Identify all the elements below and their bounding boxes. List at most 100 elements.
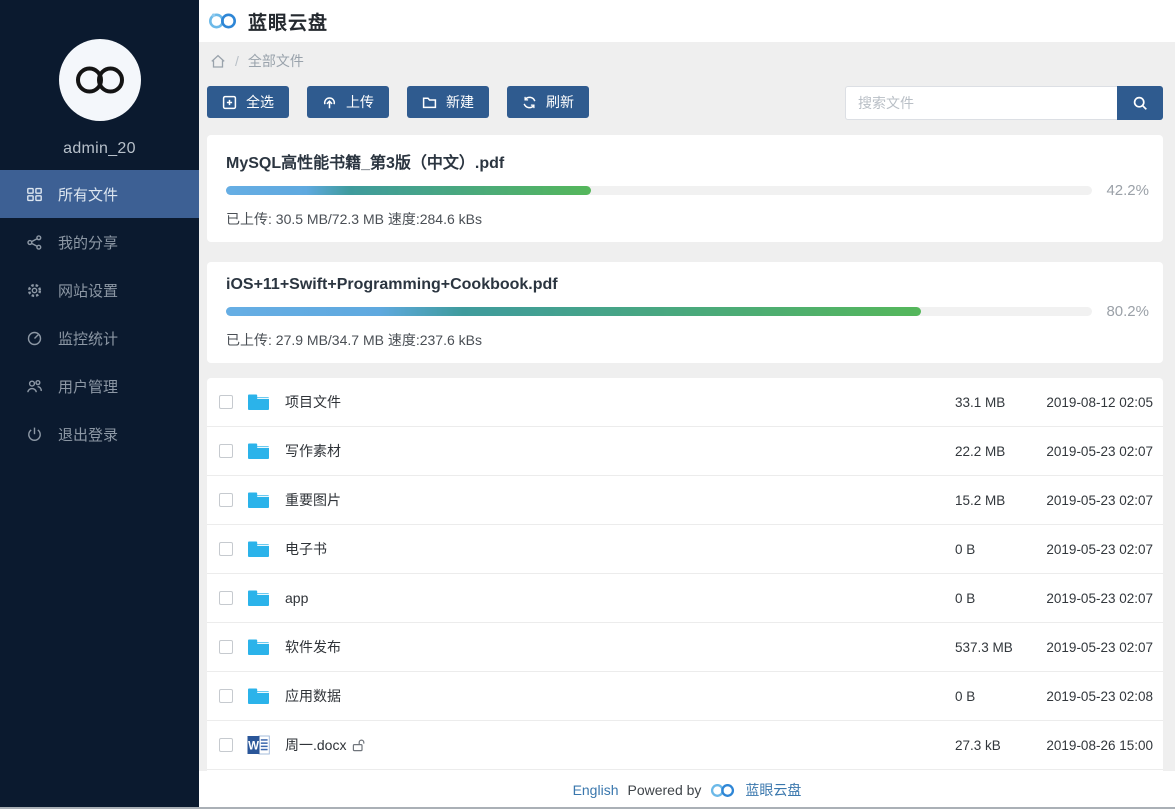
folder-icon xyxy=(247,539,273,559)
file-name[interactable]: 周一.docx xyxy=(285,735,955,755)
upload-icon xyxy=(323,96,336,108)
progress-track xyxy=(226,307,1092,316)
file-size: 22.2 MB xyxy=(955,443,1006,459)
file-row[interactable]: 重要图片 15.2 MB 2019-05-23 02:07 xyxy=(207,476,1163,525)
sidebar-item-monitoring[interactable]: 监控统计 xyxy=(0,314,199,362)
search-bar xyxy=(845,86,1163,120)
file-name[interactable]: 电子书 xyxy=(285,539,955,559)
share-icon xyxy=(25,234,43,251)
sidebar-item-user-management[interactable]: 用户管理 xyxy=(0,362,199,410)
progress-fill xyxy=(226,186,592,195)
file-size: 0 B xyxy=(955,541,976,557)
row-checkbox[interactable] xyxy=(219,591,233,605)
file-name[interactable]: 写作素材 xyxy=(285,441,955,461)
upload-file-name: MySQL高性能书籍_第3版（中文）.pdf xyxy=(226,155,505,172)
row-checkbox[interactable] xyxy=(219,542,233,556)
sidebar-item-logout[interactable]: 退出登录 xyxy=(0,410,199,458)
file-date: 2019-05-23 02:07 xyxy=(1046,443,1153,459)
word-doc-icon: W xyxy=(247,734,273,756)
refresh-label: 刷新 xyxy=(546,94,574,110)
folder-icon xyxy=(247,686,273,706)
file-row[interactable]: 写作素材 22.2 MB 2019-05-23 02:07 xyxy=(207,427,1163,476)
breadcrumb-current[interactable]: 全部文件 xyxy=(248,51,304,71)
file-name[interactable]: 软件发布 xyxy=(285,637,955,657)
file-date: 2019-05-23 02:07 xyxy=(1046,492,1153,508)
create-label: 新建 xyxy=(446,94,474,110)
plus-square-icon xyxy=(222,95,237,109)
row-checkbox[interactable] xyxy=(219,395,233,409)
infinity-logo-icon xyxy=(75,66,124,94)
avatar[interactable] xyxy=(58,39,141,121)
sidebar-item-label: 网站设置 xyxy=(58,282,119,300)
file-date: 2019-08-12 02:05 xyxy=(1046,394,1153,410)
upload-task-card: iOS+11+Swift+Programming+Cookbook.pdf 80… xyxy=(207,262,1163,363)
create-folder-button[interactable]: 新建 xyxy=(407,86,489,118)
progress-track xyxy=(226,186,1092,195)
breadcrumb: / 全部文件 xyxy=(207,42,1163,80)
search-input[interactable] xyxy=(845,86,1117,120)
power-icon xyxy=(25,426,43,443)
file-size: 15.2 MB xyxy=(955,492,1006,508)
file-name[interactable]: 应用数据 xyxy=(285,686,955,706)
brand-logo-icon xyxy=(209,13,236,29)
file-row[interactable]: 应用数据 0 B 2019-05-23 02:08 xyxy=(207,672,1163,721)
file-date: 2019-08-26 15:00 xyxy=(1046,737,1153,753)
progress-percent: 42.2% xyxy=(1106,182,1149,199)
sidebar-item-my-shares[interactable]: 我的分享 xyxy=(0,218,199,266)
folder-icon xyxy=(247,441,273,461)
file-name[interactable]: 项目文件 xyxy=(285,392,955,412)
gear-icon xyxy=(25,282,43,299)
gauge-icon xyxy=(25,330,43,347)
sidebar-item-label: 我的分享 xyxy=(58,234,119,252)
toolbar: 全选 上传 新建 刷新 搜索文件 xyxy=(207,86,1163,120)
grid-icon xyxy=(25,186,43,203)
file-list: 项目文件 33.1 MB 2019-08-12 02:05 写作素材 22.2 … xyxy=(207,378,1163,771)
sidebar-item-label: 用户管理 xyxy=(58,378,119,396)
sidebar-item-label: 所有文件 xyxy=(58,186,119,204)
file-size: 0 B xyxy=(955,688,976,704)
file-size: 0 B xyxy=(955,590,976,606)
folder-icon xyxy=(247,637,273,657)
progress-fill xyxy=(226,307,921,316)
file-row[interactable]: W 周一.docx 27.3 kB 2019-08-26 15:00 xyxy=(207,721,1163,770)
search-button[interactable] xyxy=(1117,86,1163,120)
refresh-icon xyxy=(523,96,536,108)
upload-status-text: 已上传: 30.5 MB/72.3 MB 速度:284.6 kBs xyxy=(226,211,482,227)
row-checkbox[interactable] xyxy=(219,493,233,507)
breadcrumb-separator: / xyxy=(235,53,239,69)
footer-brand-link[interactable]: 蓝眼云盘 xyxy=(745,780,801,800)
svg-text:W: W xyxy=(248,741,259,753)
app-window: admin_20 所有文件 我的分享 网站设置 监控统计 用户管理 退出登录 蓝… xyxy=(0,0,1175,809)
upload-button[interactable]: 上传 xyxy=(307,86,389,118)
select-all-button[interactable]: 全选 xyxy=(207,86,289,118)
search-icon xyxy=(1133,96,1147,110)
footer: English Powered by 蓝眼云盘 xyxy=(199,771,1175,809)
file-name[interactable]: 重要图片 xyxy=(285,490,955,510)
row-checkbox[interactable] xyxy=(219,738,233,752)
sidebar: admin_20 所有文件 我的分享 网站设置 监控统计 用户管理 退出登录 xyxy=(0,0,199,809)
row-checkbox[interactable] xyxy=(219,640,233,654)
row-checkbox[interactable] xyxy=(219,689,233,703)
file-row[interactable]: 软件发布 537.3 MB 2019-05-23 02:07 xyxy=(207,623,1163,672)
language-link[interactable]: English xyxy=(573,782,619,798)
sidebar-item-site-settings[interactable]: 网站设置 xyxy=(0,266,199,314)
sidebar-item-label: 监控统计 xyxy=(58,330,119,348)
file-date: 2019-05-23 02:07 xyxy=(1046,590,1153,606)
file-row[interactable]: app 0 B 2019-05-23 02:07 xyxy=(207,574,1163,623)
file-date: 2019-05-23 02:07 xyxy=(1046,639,1153,655)
folder-outline-icon xyxy=(422,96,437,108)
file-row[interactable]: 项目文件 33.1 MB 2019-08-12 02:05 xyxy=(207,378,1163,427)
file-row[interactable]: 电子书 0 B 2019-05-23 02:07 xyxy=(207,525,1163,574)
refresh-button[interactable]: 刷新 xyxy=(507,86,589,118)
file-size: 27.3 kB xyxy=(955,737,1001,753)
home-icon[interactable] xyxy=(210,54,226,69)
folder-icon xyxy=(247,392,273,412)
row-checkbox[interactable] xyxy=(219,444,233,458)
file-name[interactable]: app xyxy=(285,590,955,606)
sidebar-menu: 所有文件 我的分享 网站设置 监控统计 用户管理 退出登录 xyxy=(0,170,199,458)
upload-label: 上传 xyxy=(346,94,374,110)
sidebar-item-all-files[interactable]: 所有文件 xyxy=(0,170,199,218)
footer-brand-logo-icon xyxy=(710,782,736,799)
powered-by-text: Powered by xyxy=(627,782,702,798)
users-icon xyxy=(25,378,43,395)
